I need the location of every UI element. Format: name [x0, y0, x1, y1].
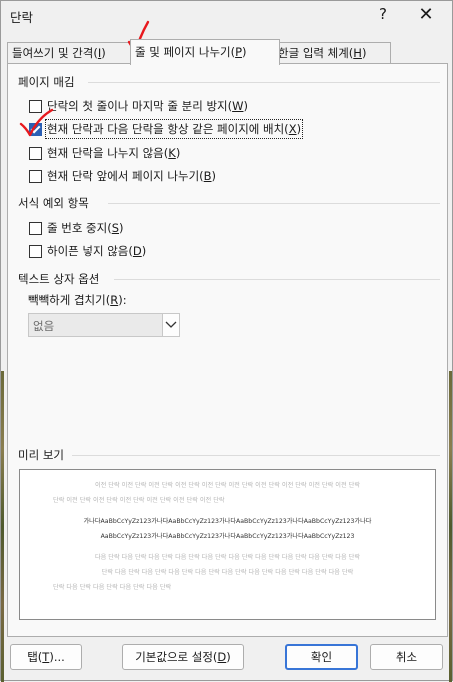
preview-next-line: 단락 다음 단락 다음 단락 다음 단락 다음 단락: [53, 584, 172, 591]
preview-next-line: 단락 다음 단락 다음 단락 다음 단락 다음 단락 다음 단락 다음 단락 다…: [101, 569, 354, 576]
suppress-line-numbers-option[interactable]: 줄 번호 중지(S): [29, 219, 124, 237]
divider: [108, 203, 440, 204]
tight-wrap-value: 없음: [33, 319, 55, 333]
tabs-button[interactable]: 탭(T)...: [10, 644, 82, 670]
keep-lines-together-checkbox[interactable]: [29, 146, 42, 160]
background-edge-right: [449, 371, 452, 682]
preview-box: 이전 단락 이전 단락 이전 단락 이전 단락 이전 단락 이전 단락 이전 단…: [19, 469, 436, 620]
tight-wrap-select[interactable]: 없음: [28, 313, 180, 337]
preview-sample-line: AaBbCcYyZz123가나다AaBbCcYyZz123가나다AaBbCcYy…: [100, 533, 355, 540]
divider: [88, 82, 440, 83]
section-title-textbox-options: 텍스트 상자 옵션: [18, 272, 100, 286]
paragraph-dialog: 단락 ? ✕ 들여쓰기 및 간격(I) 줄 및 페이지 나누기(P) 한글 입력…: [0, 0, 453, 682]
preview-prev-line: 단락 이전 단락 이전 단락 이전 단락 이전 단락 이전 단락 이전 단락: [53, 497, 225, 504]
page-break-before-checkbox[interactable]: [29, 169, 42, 183]
tight-wrap-label: 빽빽하게 겹치기(R):: [28, 293, 127, 307]
ok-button[interactable]: 확인: [285, 644, 358, 670]
keep-lines-together-option[interactable]: 현재 단락을 나누지 않음(K): [29, 144, 180, 162]
keep-with-next-option[interactable]: 현재 단락과 다음 단락을 항상 같은 페이지에 배치(X): [29, 119, 304, 139]
suppress-line-numbers-checkbox[interactable]: [29, 221, 42, 235]
keep-with-next-checkbox[interactable]: [29, 122, 42, 136]
cancel-button[interactable]: 취소: [370, 644, 443, 670]
tab-panel: 페이지 매김 단락의 첫 줄이나 마지막 줄 분리 방지(W) 현재 단락과 다…: [7, 63, 448, 637]
dont-hyphenate-checkbox[interactable]: [29, 244, 42, 258]
page-break-before-option[interactable]: 현재 단락 앞에서 페이지 나누기(B): [29, 167, 216, 185]
preview-sample-line: 가나다AaBbCcYyZz123가나다AaBbCcYyZz123가나다AaBbC…: [83, 518, 372, 525]
divider: [72, 455, 440, 456]
tab-line-page-breaks[interactable]: 줄 및 페이지 나누기(P): [130, 39, 280, 65]
window-title: 단락: [10, 10, 34, 25]
tab-asian-typography[interactable]: 한글 입력 체계(H): [273, 42, 391, 64]
section-title-preview: 미리 보기: [18, 448, 64, 462]
widow-orphan-checkbox[interactable]: [29, 99, 42, 113]
close-button[interactable]: ✕: [415, 4, 437, 26]
tab-indents-spacing[interactable]: 들여쓰기 및 간격(I): [7, 42, 133, 64]
divider: [114, 279, 440, 280]
section-title-pagination: 페이지 매김: [18, 75, 75, 89]
chevron-down-icon[interactable]: [162, 314, 179, 336]
preview-prev-line: 이전 단락 이전 단락 이전 단락 이전 단락 이전 단락 이전 단락 이전 단…: [94, 482, 361, 489]
background-edge-left: [1, 371, 4, 682]
section-title-formatting-exceptions: 서식 예외 항목: [18, 196, 89, 210]
set-as-default-button[interactable]: 기본값으로 설정(D): [122, 644, 244, 670]
preview-next-line: 다음 단락 다음 단락 다음 단락 다음 단락 다음 단락 다음 단락 다음 단…: [94, 554, 361, 561]
widow-orphan-control-option[interactable]: 단락의 첫 줄이나 마지막 줄 분리 방지(W): [29, 97, 248, 115]
title-bar: 단락 ? ✕: [1, 1, 452, 31]
help-button[interactable]: ?: [374, 5, 392, 25]
dont-hyphenate-option[interactable]: 하이픈 넣지 않음(D): [29, 242, 146, 260]
